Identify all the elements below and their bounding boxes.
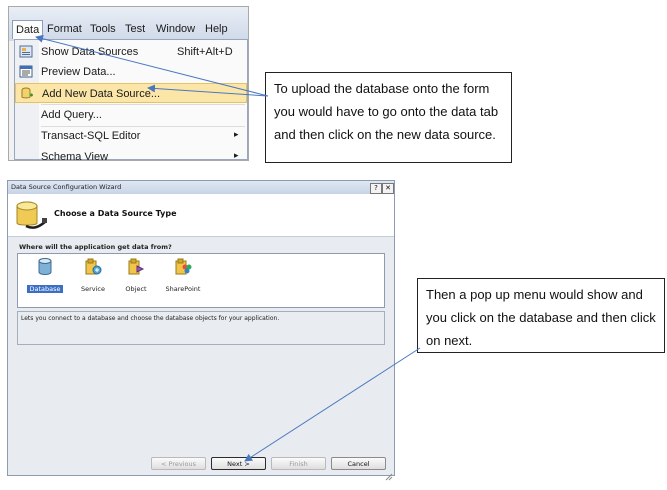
data-source-type-list: Database Service Object SharePoint xyxy=(17,253,385,308)
object-icon xyxy=(128,258,145,275)
service-icon xyxy=(85,258,102,275)
instruction-callout-1: To upload the database onto the form you… xyxy=(265,72,512,163)
data-source-wizard-dialog: Data Source Configuration Wizard ? ✕ Cho… xyxy=(7,180,395,481)
choice-service[interactable]: Service xyxy=(75,258,111,293)
finish-button[interactable]: Finish xyxy=(271,457,326,470)
submenu-arrow-icon: ▸ xyxy=(234,150,239,160)
callout-2-text: Then a pop up menu would show and you cl… xyxy=(426,287,656,348)
resize-grip-icon[interactable] xyxy=(385,466,393,485)
menu-item-add-new-data-source[interactable]: Add New Data Source... xyxy=(15,83,247,103)
menu-format[interactable]: Format xyxy=(47,23,82,35)
instruction-callout-2: Then a pop up menu would show and you cl… xyxy=(417,278,665,353)
wizard-header: Choose a Data Source Type xyxy=(8,194,394,237)
menu-item-schema-view[interactable]: Schema View ▸ xyxy=(15,147,247,167)
menu-help[interactable]: Help xyxy=(205,23,228,35)
menu-data[interactable]: Data xyxy=(12,20,44,39)
add-data-source-icon xyxy=(20,87,34,100)
close-button[interactable]: ✕ xyxy=(382,183,394,194)
choice-object[interactable]: Object xyxy=(118,258,154,293)
callout-1-text: To upload the database onto the form you… xyxy=(274,81,499,142)
wizard-title-bar: Data Source Configuration Wizard ? ✕ xyxy=(8,181,394,194)
menu-tools[interactable]: Tools xyxy=(90,23,116,35)
sharepoint-icon xyxy=(175,258,192,275)
wizard-step-title: Choose a Data Source Type xyxy=(54,209,177,218)
cancel-button[interactable]: Cancel xyxy=(331,457,386,470)
menu-item-show-data-sources[interactable]: Show Data Sources Shift+Alt+D xyxy=(15,42,247,62)
menu-item-preview-data[interactable]: Preview Data... xyxy=(15,62,247,82)
database-icon xyxy=(38,258,52,275)
choice-sharepoint[interactable]: SharePoint xyxy=(161,258,205,293)
data-source-question: Where will the application get data from… xyxy=(19,243,172,251)
menu-test[interactable]: Test xyxy=(125,23,145,35)
data-dropdown-menu: Show Data Sources Shift+Alt+D Preview Da… xyxy=(14,39,248,163)
data-menu-screenshot: Data Format Tools Test Window Help Show … xyxy=(8,6,249,163)
submenu-arrow-icon: ▸ xyxy=(234,129,239,139)
menu-item-transact-sql-editor[interactable]: Transact-SQL Editor ▸ xyxy=(15,126,247,146)
help-button[interactable]: ? xyxy=(370,183,382,194)
next-button[interactable]: Next > xyxy=(211,457,266,470)
database-wizard-icon xyxy=(14,200,48,236)
preview-data-icon xyxy=(19,65,33,78)
menu-window[interactable]: Window xyxy=(156,23,195,35)
previous-button[interactable]: < Previous xyxy=(151,457,206,470)
menu-item-add-query[interactable]: Add Query... xyxy=(15,105,247,125)
data-source-description: Lets you connect to a database and choos… xyxy=(17,311,385,345)
choice-database[interactable]: Database xyxy=(27,258,63,293)
data-sources-icon xyxy=(19,45,33,58)
menu-bar: Data Format Tools Test Window Help xyxy=(9,7,248,41)
wizard-title: Data Source Configuration Wizard xyxy=(11,183,122,191)
